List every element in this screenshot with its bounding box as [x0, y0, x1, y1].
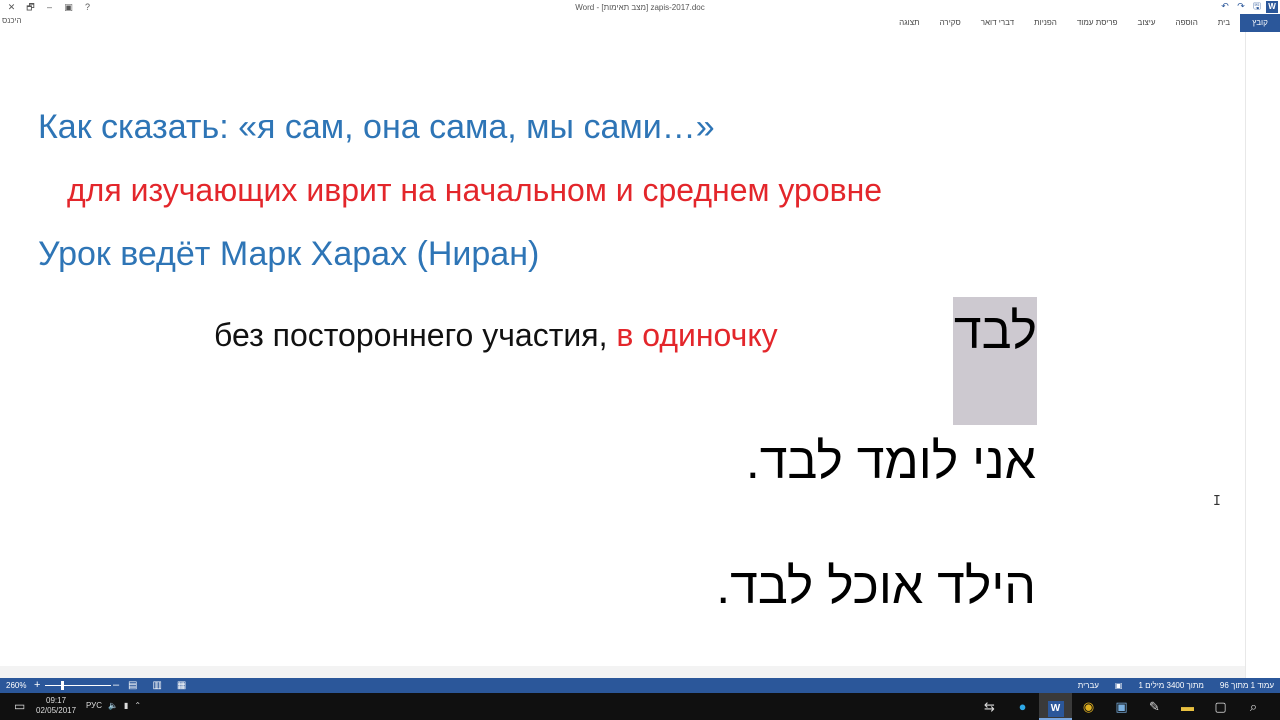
system-clock[interactable]: 09:17 02/05/2017 — [36, 696, 76, 716]
document-bottom-edge — [0, 666, 1245, 678]
file-explorer-icon[interactable]: ▬ — [1171, 693, 1204, 720]
search-icon[interactable]: ⌕ — [1237, 693, 1270, 720]
window-title: Word - [מצב תאימות] zapis-2017.doc — [575, 3, 705, 12]
tab-file[interactable]: קובץ — [1240, 14, 1280, 32]
tab-references[interactable]: הפניות — [1024, 14, 1067, 32]
read-mode-icon[interactable]: ▦ — [177, 679, 186, 692]
tool-app-icon[interactable]: ✎ — [1138, 693, 1171, 720]
ribbon-display-icon[interactable]: ▣ — [59, 1, 78, 13]
definition-highlight: в одиночку — [616, 317, 778, 353]
zoom-level[interactable]: 260% — [6, 681, 26, 690]
zoom-slider-thumb[interactable] — [61, 681, 64, 690]
sign-in-link[interactable]: היכנס — [2, 16, 22, 25]
tab-view[interactable]: תצוגה — [889, 14, 929, 32]
status-bar: 260% + – ▤ ▥ ▦ עמוד 1 מתוך 96 1 מתוך 340… — [0, 678, 1280, 693]
example-sentence-2: הילד אוכל לבד. — [716, 558, 1036, 614]
clock-date: 02/05/2017 — [36, 706, 77, 715]
restore-icon[interactable]: 🗗 — [21, 1, 40, 13]
chrome-icon[interactable]: ◉ — [1072, 693, 1105, 720]
language-indicator[interactable]: עברית — [1078, 681, 1099, 690]
text-cursor-icon: I — [1213, 494, 1221, 509]
definition-text: без постороннего участия, — [214, 317, 617, 353]
action-center-icon[interactable]: ▭ — [14, 699, 25, 713]
volume-icon[interactable]: 🔈 — [108, 701, 118, 710]
lesson-subtitle: для изучающих иврит на начальном и средн… — [67, 172, 883, 208]
task-view-icon[interactable]: ▢ — [1204, 693, 1237, 720]
word-window: ✕ 🗗 – ▣ ? Word - [מצב תאימות] zapis-2017… — [0, 0, 1280, 720]
quick-access-toolbar: ↶ ↷ 🖫 W — [1218, 0, 1278, 13]
lesson-teacher: Урок ведёт Марк Харах (Ниран) — [38, 235, 540, 273]
network-app-icon[interactable]: ⇆ — [973, 693, 1006, 720]
undo-icon[interactable]: ↶ — [1218, 0, 1232, 13]
tray-expand-icon[interactable]: ⌃ — [134, 701, 141, 710]
zoom-slider[interactable] — [45, 685, 111, 686]
proofing-icon[interactable]: ▣ — [1115, 681, 1123, 690]
save-icon[interactable]: 🖫 — [1250, 0, 1264, 13]
hebrew-word: לבד — [953, 303, 1037, 359]
document-margin — [1245, 32, 1280, 678]
example-sentence-1: אני לומד לבד. — [745, 433, 1036, 489]
web-layout-icon[interactable]: ▤ — [128, 679, 137, 692]
minimize-icon[interactable]: – — [40, 1, 59, 13]
taskbar-apps: ⌕ ▢ ▬ ✎ ▣ ◉ W ● ⇆ — [973, 693, 1270, 720]
lesson-title: Как сказать: «я сам, она сама, мы сами…» — [38, 108, 715, 146]
close-icon[interactable]: ✕ — [2, 1, 21, 13]
tab-insert[interactable]: הוספה — [1166, 14, 1208, 32]
word-definition: без постороннего участия, в одиночку — [214, 317, 778, 354]
tab-list: קובץ בית הוספה עיצוב פריסת עמוד הפניות ד… — [889, 14, 1280, 32]
tab-design[interactable]: עיצוב — [1128, 14, 1166, 32]
tab-home[interactable]: בית — [1208, 14, 1240, 32]
help-icon[interactable]: ? — [78, 1, 97, 13]
windows-taskbar: ▭ 09:17 02/05/2017 РУС 🔈 ▮ ⌃ ⌕ ▢ ▬ ✎ ▣ ◉… — [0, 693, 1280, 720]
system-tray: РУС 🔈 ▮ ⌃ — [86, 701, 141, 710]
zoom-in-icon[interactable]: + — [34, 679, 40, 691]
print-layout-icon[interactable]: ▥ — [152, 679, 161, 692]
tab-layout[interactable]: פריסת עמוד — [1067, 14, 1128, 32]
tab-review[interactable]: סקירה — [930, 14, 971, 32]
zoom-out-icon[interactable]: – — [113, 679, 119, 691]
word-app-icon: W — [1266, 0, 1278, 13]
clock-time: 09:17 — [46, 696, 67, 705]
skype-icon[interactable]: ● — [1006, 693, 1039, 720]
window-controls: ✕ 🗗 – ▣ ? — [2, 1, 97, 13]
input-language[interactable]: РУС — [86, 701, 102, 710]
tab-mailings[interactable]: דברי דואר — [971, 14, 1024, 32]
view-buttons: ▤ ▥ ▦ — [128, 679, 186, 692]
remote-desktop-icon[interactable]: ▣ — [1105, 693, 1138, 720]
title-bar: ✕ 🗗 – ▣ ? Word - [מצב תאימות] zapis-2017… — [0, 0, 1280, 14]
word-taskbar-icon[interactable]: W — [1039, 693, 1072, 720]
page-count[interactable]: עמוד 1 מתוך 96 — [1220, 681, 1274, 690]
ribbon-tabs: היכנס קובץ בית הוספה עיצוב פריסת עמוד הפ… — [0, 14, 1280, 32]
redo-icon[interactable]: ↷ — [1234, 0, 1248, 13]
status-info: עמוד 1 מתוך 96 1 מתוך 3400 מילים ▣ עברית — [1078, 681, 1274, 690]
word-count[interactable]: 1 מתוך 3400 מילים — [1138, 681, 1203, 690]
network-icon[interactable]: ▮ — [124, 701, 128, 710]
